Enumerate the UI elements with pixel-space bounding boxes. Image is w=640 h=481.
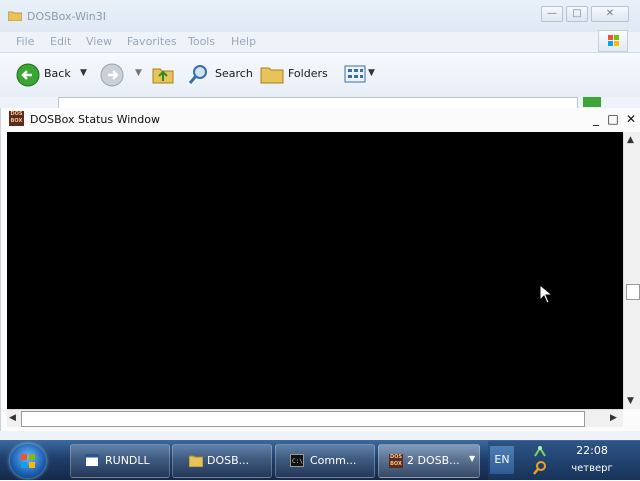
taskbar-item-dosbox-group[interactable]: DOS BOX 2 DOSB... ▼ [378,444,480,478]
network-icon[interactable] [532,444,548,458]
dosbox-title-bar[interactable]: DOS BOX DOSBox Status Window _ □ ✕ [1,108,640,132]
back-button[interactable]: Back [44,67,71,80]
menu-file[interactable]: File [16,35,34,48]
explorer-title: DOSBox-Win3I [27,10,106,23]
taskbar-item-rundll[interactable]: RUNDLL [70,444,170,478]
taskbar-item-label: 2 DOSB... [407,454,460,467]
menu-favorites[interactable]: Favorites [127,35,177,48]
search-icon[interactable] [188,63,210,85]
menu-help[interactable]: Help [231,35,256,48]
clock-time[interactable]: 22:08 [570,444,614,457]
mouse-cursor-icon [539,284,553,304]
dosbox-status-window: DOS BOX DOSBox Status Window _ □ ✕ ▲ ▼ ◀ … [0,108,640,431]
search-tray-icon[interactable] [532,460,548,476]
vertical-scroll-thumb[interactable] [626,284,640,300]
dosbox-title: DOSBox Status Window [30,113,160,126]
scroll-left-icon[interactable]: ◀ [9,413,16,423]
taskbar-item-dosbox-folder[interactable]: DOSB... [172,444,272,478]
group-dropdown-icon[interactable]: ▼ [469,454,475,463]
folders-icon[interactable] [260,64,284,84]
dosbox-icon: DOS BOX [9,111,24,126]
dosbox-icon: DOS BOX [389,454,403,468]
scroll-down-icon[interactable]: ▼ [627,396,634,406]
folders-button[interactable]: Folders [288,67,328,80]
taskbar-item-label: Comm... [310,454,357,467]
up-folder-icon[interactable] [152,63,174,85]
start-button[interactable] [10,444,46,478]
windows-logo-icon [21,454,35,468]
command-prompt-icon: C:\ [290,454,304,467]
dosbox-minimize-button[interactable]: _ [588,111,604,127]
horizontal-scrollbar[interactable]: ◀ ▶ [7,409,623,427]
scroll-right-icon[interactable]: ▶ [610,413,617,423]
language-indicator[interactable]: EN [490,446,514,474]
back-dropdown-icon[interactable]: ▼ [80,68,87,78]
close-button[interactable]: ✕ [591,6,629,22]
taskbar-item-label: DOSB... [207,454,250,467]
views-icon[interactable] [344,64,368,84]
window-icon [85,454,99,467]
dosbox-maximize-button[interactable]: □ [605,111,621,127]
back-arrow-icon[interactable] [15,62,41,88]
dosbox-output-area[interactable] [7,132,623,409]
folder-icon [189,455,203,467]
horizontal-scroll-thumb[interactable] [21,411,585,427]
windows-flag-icon [598,30,628,52]
folder-icon [8,11,22,21]
minimize-button[interactable]: — [541,6,563,22]
menu-tools[interactable]: Tools [188,35,215,48]
views-dropdown-icon[interactable]: ▼ [368,68,375,78]
search-button[interactable]: Search [215,67,253,80]
menu-edit[interactable]: Edit [50,35,71,48]
menu-view[interactable]: View [86,35,112,48]
taskbar-item-command-prompt[interactable]: C:\ Comm... [275,444,375,478]
clock-day[interactable]: четверг [562,463,622,474]
forward-arrow-icon[interactable] [99,62,125,88]
forward-dropdown-icon[interactable]: ▼ [135,68,142,78]
menu-bar: File Edit View Favorites Tools Help [0,32,640,53]
vertical-scrollbar[interactable]: ▲ ▼ [623,132,640,409]
taskbar-item-label: RUNDLL [105,454,150,467]
svg-text:C:\: C:\ [292,458,303,465]
scroll-up-icon[interactable]: ▲ [627,135,634,145]
maximize-button[interactable]: □ [566,6,588,22]
explorer-title-bar[interactable]: DOSBox-Win3I — □ ✕ [0,0,640,32]
dosbox-close-button[interactable]: ✕ [623,111,639,127]
